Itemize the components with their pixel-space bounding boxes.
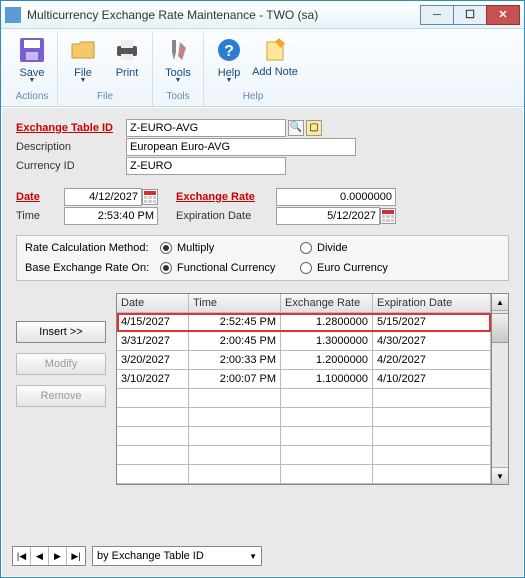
- col-date[interactable]: Date: [117, 294, 189, 313]
- description-label: Description: [16, 141, 126, 153]
- expiration-date-label: Expiration Date: [176, 210, 276, 222]
- rate-calc-method-label: Rate Calculation Method:: [25, 242, 160, 254]
- expiration-date-field[interactable]: 5/12/2027: [276, 207, 380, 225]
- chevron-down-icon: ▼: [175, 79, 182, 83]
- cell-date: 3/31/2027: [117, 332, 189, 351]
- help-button[interactable]: ? Help ▼: [208, 33, 250, 85]
- help-icon: ?: [214, 35, 244, 65]
- chevron-down-icon: ▼: [29, 79, 36, 83]
- add-note-button[interactable]: Add Note: [252, 33, 298, 85]
- chevron-down-icon: ▼: [249, 552, 257, 561]
- scroll-thumb[interactable]: [492, 313, 508, 343]
- window-title: Multicurrency Exchange Rate Maintenance …: [27, 8, 421, 22]
- date-label: Date: [16, 191, 64, 203]
- options-group: Rate Calculation Method: Multiply Divide…: [16, 235, 509, 281]
- tools-button[interactable]: Tools ▼: [157, 33, 199, 85]
- svg-text:?: ?: [224, 43, 234, 60]
- modify-button[interactable]: Modify: [16, 353, 106, 375]
- cell-time: 2:00:45 PM: [189, 332, 281, 351]
- description-field[interactable]: European Euro-AVG: [126, 138, 356, 156]
- cell-exp: 5/15/2027: [373, 313, 491, 332]
- app-window: Multicurrency Exchange Rate Maintenance …: [0, 0, 525, 578]
- table-row[interactable]: 3/31/20272:00:45 PM1.30000004/30/2027: [117, 332, 491, 351]
- ribbon-group-help: Help: [243, 91, 264, 104]
- ribbon-group-tools: Tools: [166, 91, 189, 104]
- insert-button[interactable]: Insert >>: [16, 321, 106, 343]
- maximize-button[interactable]: ☐: [453, 5, 487, 25]
- calendar-icon[interactable]: [142, 189, 158, 205]
- col-expiration[interactable]: Expiration Date: [373, 294, 491, 313]
- exchange-table-id-field[interactable]: Z-EURO-AVG: [126, 119, 286, 137]
- table-row[interactable]: 3/20/20272:00:33 PM1.20000004/20/2027: [117, 351, 491, 370]
- cell-date: 3/10/2027: [117, 370, 189, 389]
- table-row[interactable]: [117, 446, 491, 465]
- cell-exp: 4/30/2027: [373, 332, 491, 351]
- time-field[interactable]: 2:53:40 PM: [64, 207, 158, 225]
- table-row[interactable]: [117, 465, 491, 484]
- sort-by-select[interactable]: by Exchange Table ID ▼: [92, 546, 262, 566]
- ribbon-group-file: File: [97, 91, 113, 104]
- radio-divide[interactable]: Divide: [300, 242, 440, 254]
- col-rate[interactable]: Exchange Rate: [281, 294, 373, 313]
- chevron-down-icon: ▼: [226, 79, 233, 83]
- time-label: Time: [16, 210, 64, 222]
- vertical-scrollbar[interactable]: ▲ ▼: [492, 293, 509, 485]
- table-row[interactable]: 3/10/20272:00:07 PM1.10000004/10/2027: [117, 370, 491, 389]
- cell-rate: 1.1000000: [281, 370, 373, 389]
- cell-exp: 4/20/2027: [373, 351, 491, 370]
- lookup-icon[interactable]: 🔍: [288, 120, 304, 136]
- app-icon: [5, 7, 21, 23]
- table-row[interactable]: 4/15/20272:52:45 PM1.28000005/15/2027: [117, 313, 491, 332]
- nav-first-button[interactable]: |◀: [13, 547, 31, 565]
- date-field[interactable]: 4/12/2027: [64, 188, 142, 206]
- calendar-icon[interactable]: [380, 208, 396, 224]
- close-button[interactable]: ✕: [486, 5, 520, 25]
- ribbon-group-actions: Actions: [16, 91, 49, 104]
- scroll-down-icon[interactable]: ▼: [492, 467, 508, 484]
- cell-rate: 1.2000000: [281, 351, 373, 370]
- cell-date: 3/20/2027: [117, 351, 189, 370]
- minimize-button[interactable]: ─: [420, 5, 454, 25]
- table-row[interactable]: [117, 427, 491, 446]
- exchange-table-id-label: Exchange Table ID: [16, 122, 126, 134]
- tools-icon: [163, 35, 193, 65]
- exchange-rate-label: Exchange Rate: [176, 191, 276, 203]
- cell-rate: 1.3000000: [281, 332, 373, 351]
- radio-functional-currency[interactable]: Functional Currency: [160, 262, 300, 274]
- remove-button[interactable]: Remove: [16, 385, 106, 407]
- base-exchange-rate-label: Base Exchange Rate On:: [25, 262, 160, 274]
- cell-date: 4/15/2027: [117, 313, 189, 332]
- table-row[interactable]: [117, 389, 491, 408]
- chevron-down-icon: ▼: [80, 79, 87, 83]
- save-icon: [17, 35, 47, 65]
- cell-time: 2:00:07 PM: [189, 370, 281, 389]
- col-time[interactable]: Time: [189, 294, 281, 313]
- print-icon: [112, 35, 142, 65]
- cell-exp: 4/10/2027: [373, 370, 491, 389]
- currency-id-label: Currency ID: [16, 160, 126, 172]
- print-button[interactable]: Print: [106, 33, 148, 85]
- nav-next-button[interactable]: ▶: [49, 547, 67, 565]
- currency-id-field[interactable]: Z-EURO: [126, 157, 286, 175]
- nav-prev-button[interactable]: ◀: [31, 547, 49, 565]
- radio-multiply[interactable]: Multiply: [160, 242, 300, 254]
- note-icon: [260, 35, 290, 65]
- exchange-rate-field[interactable]: 0.0000000: [276, 188, 396, 206]
- titlebar: Multicurrency Exchange Rate Maintenance …: [1, 1, 524, 29]
- rates-table: Date Time Exchange Rate Expiration Date …: [116, 293, 492, 485]
- radio-euro-currency[interactable]: Euro Currency: [300, 262, 440, 274]
- cell-rate: 1.2800000: [281, 313, 373, 332]
- cell-time: 2:52:45 PM: [189, 313, 281, 332]
- scroll-up-icon[interactable]: ▲: [492, 294, 508, 311]
- save-button[interactable]: Save ▼: [11, 33, 53, 85]
- note-icon[interactable]: ▢: [306, 120, 322, 136]
- cell-time: 2:00:33 PM: [189, 351, 281, 370]
- file-button[interactable]: File ▼: [62, 33, 104, 85]
- table-row[interactable]: [117, 408, 491, 427]
- folder-icon: [68, 35, 98, 65]
- record-nav: |◀ ◀ ▶ ▶|: [12, 546, 86, 566]
- ribbon: Save ▼ Actions File ▼ Print File: [1, 29, 524, 107]
- nav-last-button[interactable]: ▶|: [67, 547, 85, 565]
- content-area: Exchange Table ID Z-EURO-AVG 🔍 ▢ Descrip…: [2, 108, 523, 576]
